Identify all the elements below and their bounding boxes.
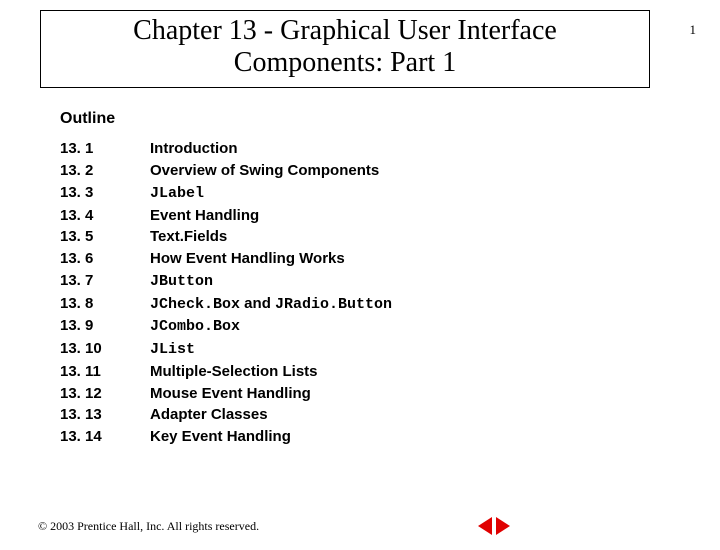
outline-item-number: 13. 10 bbox=[60, 338, 150, 361]
outline-item-title: JLabel bbox=[150, 182, 204, 205]
outline-item: 13. 4Event Handling bbox=[60, 205, 720, 227]
outline-item: 13. 14Key Event Handling bbox=[60, 426, 720, 448]
outline-item: 13. 1Introduction bbox=[60, 138, 720, 160]
outline-item: 13. 6How Event Handling Works bbox=[60, 248, 720, 270]
outline-item-title: Mouse Event Handling bbox=[150, 383, 311, 405]
nav-icons bbox=[478, 517, 510, 535]
outline-item-number: 13. 11 bbox=[60, 361, 150, 383]
outline-item: 13. 9JCombo.Box bbox=[60, 315, 720, 338]
outline-list: 13. 1Introduction13. 2Overview of Swing … bbox=[60, 138, 720, 448]
next-slide-icon[interactable] bbox=[496, 517, 510, 535]
outline-item: 13. 3JLabel bbox=[60, 182, 720, 205]
outline-item-number: 13. 6 bbox=[60, 248, 150, 270]
outline-item-number: 13. 14 bbox=[60, 426, 150, 448]
outline-item-number: 13. 12 bbox=[60, 383, 150, 405]
chapter-title-box: Chapter 13 - Graphical User Interface Co… bbox=[40, 10, 650, 88]
outline-item-title: Key Event Handling bbox=[150, 426, 291, 448]
prev-slide-icon[interactable] bbox=[478, 517, 492, 535]
outline-item-number: 13. 9 bbox=[60, 315, 150, 338]
outline-item: 13. 7JButton bbox=[60, 270, 720, 293]
outline-item-number: 13. 8 bbox=[60, 293, 150, 316]
outline-item-title: JCheck.Box and JRadio.Button bbox=[150, 293, 392, 316]
outline-item-title: JList bbox=[150, 338, 195, 361]
outline-item-title: Introduction bbox=[150, 138, 237, 160]
outline-item-title: Multiple-Selection Lists bbox=[150, 361, 318, 383]
chapter-title-line2: Components: Part 1 bbox=[51, 47, 639, 79]
outline-item: 13. 12Mouse Event Handling bbox=[60, 383, 720, 405]
outline-item-number: 13. 7 bbox=[60, 270, 150, 293]
footer: © 2003 Prentice Hall, Inc. All rights re… bbox=[38, 517, 700, 535]
outline-item-number: 13. 4 bbox=[60, 205, 150, 227]
outline-item-number: 13. 2 bbox=[60, 160, 150, 182]
outline-item: 13. 5Text.Fields bbox=[60, 226, 720, 248]
outline-item-number: 13. 5 bbox=[60, 226, 150, 248]
outline-item-title: JButton bbox=[150, 270, 213, 293]
outline-item-title: Adapter Classes bbox=[150, 404, 268, 426]
page-number: 1 bbox=[690, 22, 697, 38]
outline-item: 13. 11Multiple-Selection Lists bbox=[60, 361, 720, 383]
outline-heading: Outline bbox=[60, 110, 720, 128]
outline-item-title: JCombo.Box bbox=[150, 315, 240, 338]
outline-item: 13. 8JCheck.Box and JRadio.Button bbox=[60, 293, 720, 316]
outline-item: 13. 2Overview of Swing Components bbox=[60, 160, 720, 182]
outline-item-number: 13. 13 bbox=[60, 404, 150, 426]
chapter-title-line1: Chapter 13 - Graphical User Interface bbox=[51, 15, 639, 47]
copyright-text: © 2003 Prentice Hall, Inc. All rights re… bbox=[38, 519, 259, 534]
outline-item: 13. 10JList bbox=[60, 338, 720, 361]
outline-item-number: 13. 1 bbox=[60, 138, 150, 160]
outline-item-title: Text.Fields bbox=[150, 226, 227, 248]
outline-item-title: How Event Handling Works bbox=[150, 248, 345, 270]
outline-item-title: Overview of Swing Components bbox=[150, 160, 379, 182]
outline-item-number: 13. 3 bbox=[60, 182, 150, 205]
outline-item: 13. 13Adapter Classes bbox=[60, 404, 720, 426]
outline-item-title: Event Handling bbox=[150, 205, 259, 227]
